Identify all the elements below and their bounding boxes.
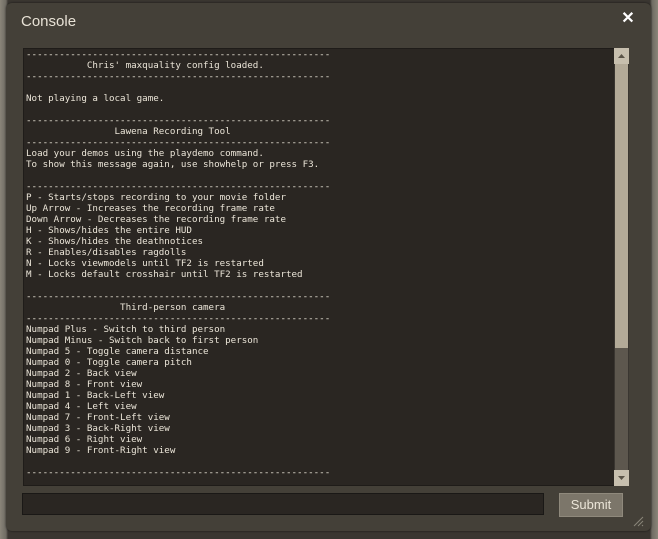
log-line: R - Enables/disables ragdolls [26, 247, 187, 258]
log-line: Numpad 7 - Front-Left view [26, 412, 170, 423]
log-line: Not playing a local game. [26, 93, 165, 104]
log-line: To show this message again, use showhelp… [26, 159, 320, 170]
close-icon[interactable]: ✕ [619, 10, 637, 28]
log-line: K - Shows/hides the deathnotices [26, 236, 204, 247]
log-line: ----------------------------------------… [26, 71, 331, 82]
window-title: Console [21, 13, 77, 30]
resize-grip-icon[interactable] [632, 515, 644, 527]
log-line: ----------------------------------------… [26, 137, 331, 148]
log-line: Down Arrow - Decreases the recording fra… [26, 214, 286, 225]
log-line: Numpad 8 - Front view [26, 379, 143, 390]
log-line: Numpad 6 - Right view [26, 434, 143, 445]
log-line: Numpad 4 - Left view [26, 401, 137, 412]
log-line: Chris' maxquality config loaded. [26, 60, 264, 71]
log-line: ----------------------------------------… [26, 313, 331, 324]
log-line: Third-person camera [26, 302, 226, 313]
log-line: H - Shows/hides the entire HUD [26, 225, 192, 236]
scroll-down-icon[interactable] [614, 470, 629, 486]
console-window: Console ✕ ------------------------------… [6, 3, 651, 531]
scroll-thumb[interactable] [615, 64, 628, 348]
log-line: Numpad 0 - Toggle camera pitch [26, 357, 192, 368]
log-line: Numpad Plus - Switch to third person [26, 324, 226, 335]
log-line: M - Locks default crosshair until TF2 is… [26, 269, 303, 280]
log-line: Numpad 5 - Toggle camera distance [26, 346, 209, 357]
console-output: ----------------------------------------… [26, 49, 330, 478]
submit-button[interactable]: Submit [559, 493, 623, 517]
log-line: Lawena Recording Tool [26, 126, 231, 137]
log-line: Numpad 1 - Back-Left view [26, 390, 165, 401]
log-line: Numpad 2 - Back view [26, 368, 137, 379]
scrollbar[interactable] [614, 48, 629, 486]
log-line: Numpad 9 - Front-Right view [26, 445, 176, 456]
command-input[interactable] [22, 493, 544, 515]
log-line: ----------------------------------------… [26, 49, 331, 60]
log-line: ----------------------------------------… [26, 467, 331, 478]
log-line: N - Locks viewmodels until TF2 is restar… [26, 258, 264, 269]
log-line: ----------------------------------------… [26, 115, 331, 126]
log-line: ----------------------------------------… [26, 181, 331, 192]
log-line: P - Starts/stops recording to your movie… [26, 192, 286, 203]
log-line: Up Arrow - Increases the recording frame… [26, 203, 275, 214]
console-log[interactable]: ----------------------------------------… [23, 48, 615, 486]
log-line: ----------------------------------------… [26, 291, 331, 302]
scroll-up-icon[interactable] [614, 48, 629, 64]
log-line: Numpad 3 - Back-Right view [26, 423, 170, 434]
log-line: Numpad Minus - Switch back to first pers… [26, 335, 259, 346]
log-line: Load your demos using the playdemo comma… [26, 148, 264, 159]
